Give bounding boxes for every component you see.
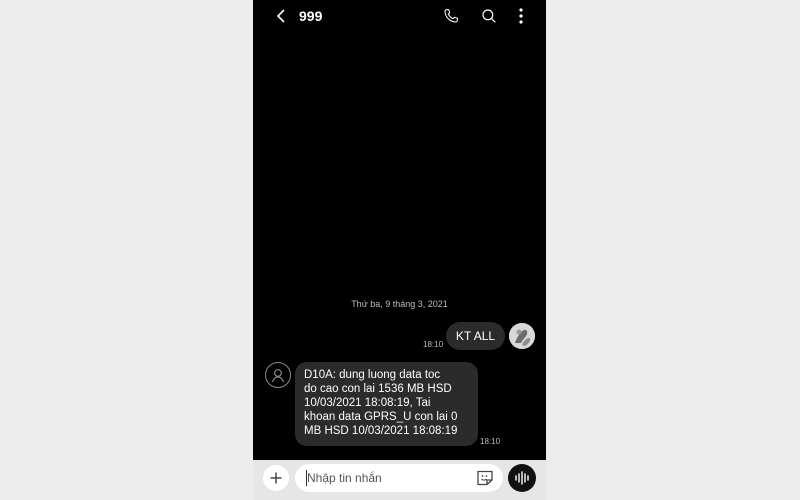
text-cursor [306, 470, 307, 486]
search-icon [482, 9, 496, 23]
search-button[interactable] [477, 4, 501, 28]
sent-message-time: 18:10 [423, 340, 444, 349]
sticker-icon [477, 470, 493, 486]
voice-record-button[interactable] [508, 464, 536, 492]
voice-waveform-icon [515, 471, 529, 485]
contact-avatar[interactable] [265, 362, 291, 388]
contact-title: 999 [299, 8, 323, 24]
my-avatar[interactable] [509, 323, 535, 349]
date-separator: Thứ ba, 9 tháng 3, 2021 [351, 299, 448, 309]
message-line: do cao con lai 1536 MB HSD [304, 383, 452, 395]
received-message-time: 18:10 [480, 437, 501, 446]
profile-photo-icon [509, 323, 535, 349]
more-options-button[interactable] [509, 4, 533, 28]
person-icon [271, 369, 285, 383]
sticker-button[interactable] [475, 469, 495, 487]
messaging-screen: 999 Thứ ba, 9 tháng 3, 2021 18:10 KT ALL [253, 0, 546, 500]
back-button[interactable] [269, 4, 293, 28]
message-line: D10A: dung luong data toc [304, 369, 441, 381]
message-line: MB HSD 10/03/2021 18:08:19 [304, 425, 458, 437]
message-input[interactable] [295, 464, 503, 492]
add-attachment-button[interactable] [263, 465, 289, 491]
sent-message-bubble[interactable]: KT ALL [446, 322, 505, 350]
message-line: 10/03/2021 18:08:19, Tai [304, 397, 431, 409]
message-line: khoan data GPRS_U con lai 0 [304, 411, 458, 423]
plus-icon [270, 472, 282, 484]
call-button[interactable] [439, 4, 463, 28]
phone-icon [444, 9, 458, 23]
more-vertical-icon [519, 8, 523, 24]
received-message-bubble[interactable]: D10A: dung luong data toc do cao con lai… [295, 362, 478, 446]
conversation-header: 999 [253, 0, 546, 32]
chevron-left-icon [276, 9, 285, 23]
composer-bar [253, 460, 546, 500]
